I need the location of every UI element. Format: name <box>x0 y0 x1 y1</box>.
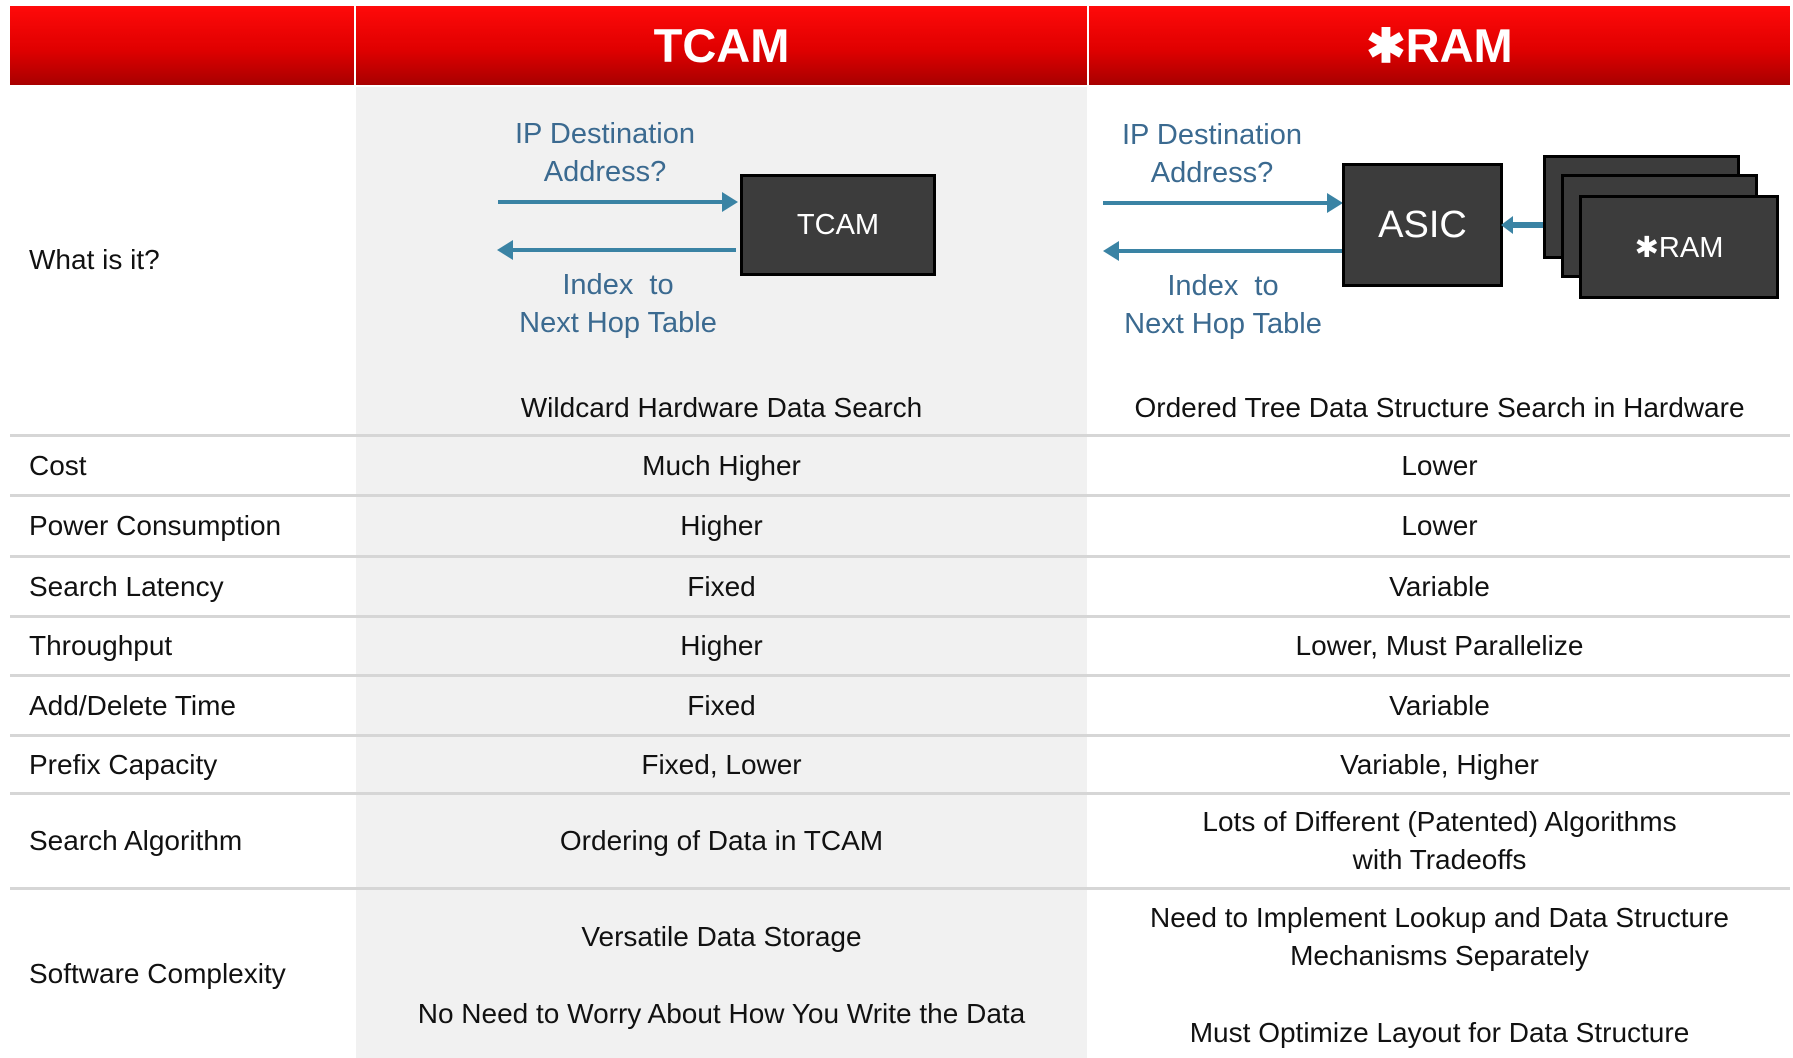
tcam-cell: Fixed, Lower <box>356 737 1087 792</box>
ram-chip-front: ✱RAM <box>1579 195 1779 299</box>
arrowhead-left-icon <box>497 240 513 260</box>
ram-cell: Lower, Must Parallelize <box>1089 618 1790 674</box>
cell-line: Lower <box>1401 449 1478 481</box>
cell-line: Lower, Must Parallelize <box>1295 630 1584 662</box>
ram-result-line-1: Index to <box>1167 270 1279 302</box>
tcam-cell: Much Higher <box>356 437 1087 494</box>
ram-result-arrow <box>1118 249 1342 253</box>
tcam-result-arrow <box>512 248 736 252</box>
header-ram: ✱RAM <box>1089 6 1790 85</box>
row-label: Power Consumption <box>29 510 282 541</box>
row-label: Search Latency <box>29 570 224 602</box>
ram-cell: Variable, Higher <box>1089 737 1790 792</box>
cell-line: Higher <box>680 630 763 662</box>
cell-line: Lots of Different (Patented) Algorithms <box>1202 806 1677 838</box>
header-blank-cell <box>10 6 354 85</box>
ram-cell: Lots of Different (Patented) Algorithms … <box>1089 795 1790 887</box>
tcam-result-label: Index to Next Hop Table <box>495 267 741 342</box>
ram-cell: Lower <box>1089 497 1790 555</box>
cell-line: with Tradeoffs <box>1352 844 1527 875</box>
cell-line: Mechanisms Separately <box>1290 940 1589 971</box>
ram-query-line-1: IP Destination <box>1121 119 1303 151</box>
comparison-table: TCAM ✱RAM IP Destination Address? TCAM I… <box>0 0 1793 1058</box>
cell-line: Fixed <box>687 570 756 602</box>
tcam-cell: Fixed <box>356 677 1087 734</box>
cell-line: Ordered Tree Data Structure Search in Ha… <box>1134 392 1745 424</box>
ram-chip-label: ✱RAM <box>1634 231 1724 264</box>
row-label: Search Algorithm <box>29 825 243 856</box>
row-label: Add/Delete Time <box>29 689 236 721</box>
row-label: Throughput <box>29 630 173 661</box>
ram-query-line-2: Address? <box>1150 156 1274 189</box>
row-label: Software Complexity <box>29 958 286 989</box>
arrowhead-right-icon <box>722 192 738 212</box>
cell-line: Much Higher <box>642 449 801 481</box>
tcam-cell: Wildcard Hardware Data Search <box>356 384 1087 432</box>
ram-result-line-2: Next Hop Table <box>1124 307 1322 340</box>
ram-cell: Ordered Tree Data Structure Search in Ha… <box>1089 384 1790 432</box>
cell-line: Ordering of Data in TCAM <box>559 825 884 857</box>
cell-line: Must Optimize Layout for Data Structure <box>1189 1017 1690 1049</box>
asic-chip-label: ASIC <box>1378 203 1467 246</box>
tcam-result-line-2: Next Hop Table <box>519 306 717 339</box>
tcam-query-arrow <box>498 200 730 204</box>
ram-cell: Variable <box>1089 558 1790 615</box>
cell-line: Variable, Higher <box>1340 748 1539 780</box>
tcam-query-label: IP Destination Address? <box>480 116 730 191</box>
cell-line: No Need to Worry About How You Write the… <box>417 998 1026 1030</box>
cell-line: Wildcard Hardware Data Search <box>520 392 923 424</box>
tcam-cell-line-1: Versatile Data Storage <box>356 915 1087 959</box>
ram-cell-block-1: Need to Implement Lookup and Data Struct… <box>1089 897 1790 977</box>
cell-line: Versatile Data Storage <box>581 921 862 953</box>
tcam-cell: Fixed <box>356 558 1087 615</box>
row-label: Cost <box>29 449 87 481</box>
tcam-cell-line-2: No Need to Worry About How You Write the… <box>356 992 1087 1036</box>
arrowhead-right-icon <box>1327 193 1343 213</box>
ram-query-label: IP Destination Address? <box>1087 117 1337 192</box>
cell-line: Fixed, Lower <box>641 748 802 780</box>
ram-cell: Lower <box>1089 437 1790 494</box>
ram-result-label: Index to Next Hop Table <box>1100 268 1346 343</box>
cell-line: Need to Implement Lookup and Data Struct… <box>1149 902 1729 934</box>
cell-line: Lower <box>1401 510 1478 542</box>
tcam-result-line-1: Index to <box>562 269 674 301</box>
cell-line: Variable <box>1389 689 1490 721</box>
tcam-chip-label: TCAM <box>796 208 880 241</box>
header-tcam: TCAM <box>356 6 1087 85</box>
arrowhead-left-icon <box>1103 241 1119 261</box>
tcam-cell: Higher <box>356 497 1087 555</box>
tcam-query-line-2: Address? <box>543 155 667 188</box>
ram-cell: Variable <box>1089 677 1790 734</box>
asic-chip: ASIC <box>1342 163 1503 287</box>
cell-line: Variable <box>1389 570 1490 602</box>
tcam-cell: Higher <box>356 618 1087 674</box>
cell-line: Fixed <box>687 689 756 721</box>
cell-line: Higher <box>680 510 763 542</box>
tcam-chip: TCAM <box>740 174 936 276</box>
tcam-query-line-1: IP Destination <box>514 118 696 150</box>
row-label: Prefix Capacity <box>29 748 218 780</box>
ram-cell-block-2: Must Optimize Layout for Data Structure <box>1089 1011 1790 1055</box>
row-label: What is it? <box>29 244 160 275</box>
tcam-cell: Ordering of Data in TCAM <box>356 795 1087 887</box>
ram-query-arrow <box>1103 201 1335 205</box>
